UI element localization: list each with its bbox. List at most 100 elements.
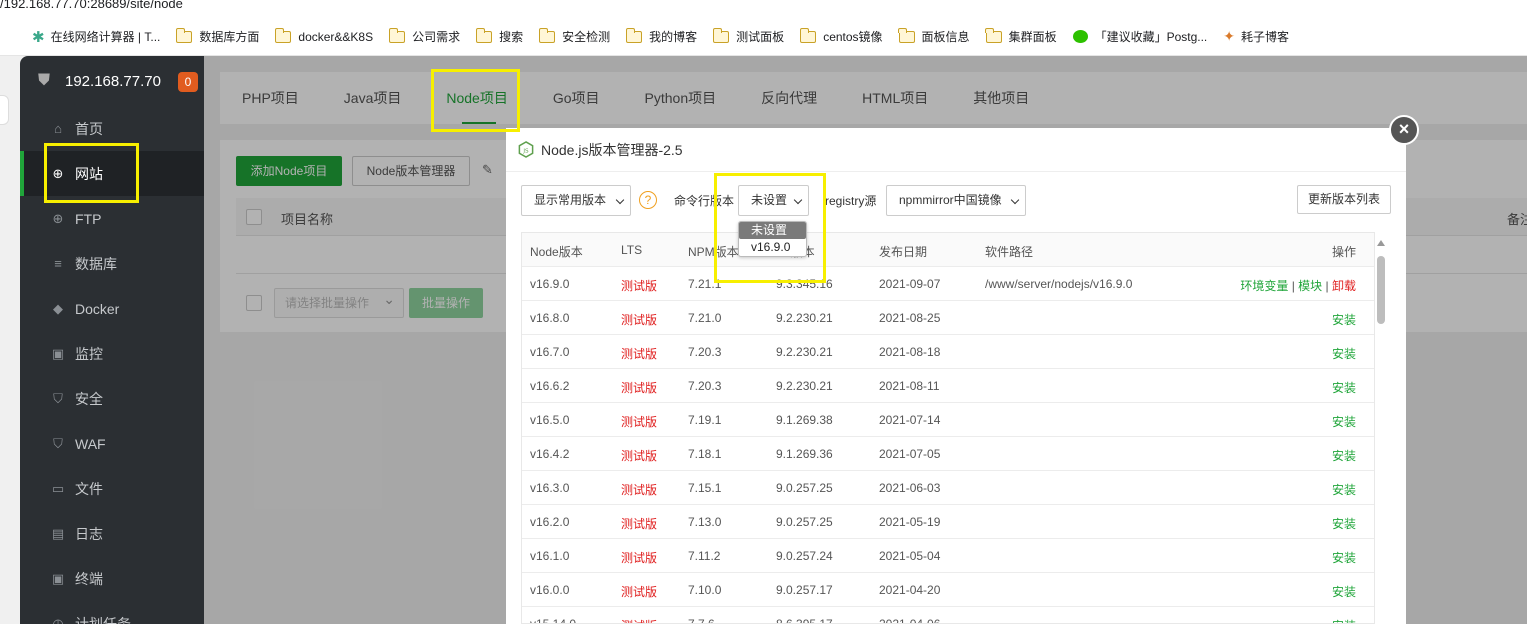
sidebar-item[interactable]: ≡ 数据库 <box>20 241 204 286</box>
close-dialog-button[interactable]: × <box>1389 115 1419 145</box>
bookmark-item[interactable]: 集群面板 <box>985 27 1057 45</box>
install-link[interactable]: 安装 <box>1332 585 1356 599</box>
sidebar-item[interactable]: ▤ 日志 <box>20 511 204 556</box>
path-cell: /www/server/nodejs/v16.9.0 <box>985 277 1133 291</box>
install-link[interactable]: 安装 <box>1332 517 1356 531</box>
install-link[interactable]: 安装 <box>1332 347 1356 361</box>
sidebar-item[interactable]: ▣ 终端 <box>20 556 204 601</box>
install-link[interactable]: 安装 <box>1332 313 1356 327</box>
lts-cell: 测试版 <box>621 381 658 395</box>
row-actions: 安装 <box>1332 481 1356 498</box>
bookmark-item[interactable]: 安全检测 <box>538 27 610 45</box>
notification-badge[interactable]: 0 <box>178 72 198 92</box>
install-link[interactable]: 安装 <box>1332 381 1356 395</box>
highlight-node-tab <box>431 69 520 132</box>
modules-link[interactable]: 模块 <box>1298 279 1322 293</box>
col-lts: LTS <box>621 243 643 257</box>
install-link[interactable]: 安装 <box>1332 449 1356 463</box>
date-cell: 2021-07-14 <box>879 413 941 427</box>
npm-cell: 7.19.1 <box>688 413 722 427</box>
bookmark-item[interactable]: ✦ 耗子博客 <box>1223 28 1289 45</box>
address-bar[interactable]: /192.168.77.70:28689/site/node <box>0 0 1527 18</box>
bookmark-item[interactable]: 公司需求 <box>388 27 461 45</box>
sidebar-item-label: 文件 <box>75 480 103 497</box>
bookmark-item[interactable]: ✱ 在线网络计算器 | T... <box>32 28 160 46</box>
globe-icon: ⊕ <box>52 210 64 226</box>
folder-icon <box>274 27 292 43</box>
v8-cell: 9.0.257.24 <box>776 549 833 563</box>
version-row: v16.2.0 测试版 7.13.0 9.0.257.25 2021-05-19 安装 <box>522 505 1374 539</box>
sidebar-item[interactable]: ◆ Docker <box>20 286 204 331</box>
bookmark-item[interactable]: 数据库方面 <box>175 27 260 45</box>
version-cell: v16.6.2 <box>530 379 570 393</box>
bookmark-item[interactable]: centos镜像 <box>799 27 883 45</box>
sidebar-header: ⛊ 192.168.77.70 <box>20 56 204 106</box>
date-cell: 2021-08-18 <box>879 345 941 359</box>
version-row: v15.14.0 测试版 7.7.6 8.6.395.17 2021-04-06 安装 <box>522 607 1374 624</box>
lts-cell: 测试版 <box>621 279 658 293</box>
bookmark-label: 数据库方面 <box>199 30 260 44</box>
scroll-up-icon[interactable] <box>1377 240 1385 246</box>
env-vars-link[interactable]: 环境变量 <box>1240 279 1288 293</box>
install-link[interactable]: 安装 <box>1332 551 1356 565</box>
sidebar-item[interactable]: ◷ 计划任务 <box>20 601 204 624</box>
sidebar-item[interactable]: ⛉ WAF <box>20 421 204 466</box>
bookmark-item[interactable]: docker&&K8S <box>274 27 374 44</box>
version-cell: v16.5.0 <box>530 413 570 427</box>
v8-cell: 8.6.395.17 <box>776 617 833 624</box>
bookmark-label: 我的博客 <box>649 30 698 44</box>
lts-cell: 测试版 <box>621 517 658 531</box>
sidebar-item-label: 数据库 <box>75 255 117 272</box>
help-icon[interactable]: ? <box>639 191 657 209</box>
folder-icon <box>799 27 817 43</box>
collapse-handle[interactable] <box>0 95 9 125</box>
scroll-thumb[interactable] <box>1377 256 1385 324</box>
bookmark-label: 集群面板 <box>1008 30 1057 44</box>
bookmark-label: 在线网络计算器 | T... <box>50 30 161 44</box>
cli-version-option[interactable]: v16.9.0 <box>739 239 806 256</box>
bookmark-item[interactable]: 「建议收藏」Postg... <box>1072 28 1207 45</box>
node-version-table: Node版本 LTS NPM版本 V8版本 发布日期 软件路径 操作 v16.9… <box>521 232 1375 624</box>
monitor-icon: ▣ <box>51 345 65 361</box>
bookmark-item[interactable]: 测试面板 <box>712 27 784 45</box>
bookmark-item[interactable]: 我的博客 <box>625 27 698 45</box>
install-link[interactable]: 安装 <box>1332 415 1356 429</box>
version-cell: v16.9.0 <box>530 277 570 291</box>
col-actions: 操作 <box>1331 245 1356 259</box>
bookmark-item[interactable]: 搜索 <box>475 27 523 45</box>
version-row: v16.9.0 测试版 7.21.1 9.3.345.16 2021-09-07/www… <box>522 267 1374 301</box>
refresh-version-list-button[interactable]: 更新版本列表 <box>1297 185 1391 214</box>
lts-cell: 测试版 <box>621 313 658 327</box>
row-actions: 安装 <box>1332 311 1356 328</box>
log-icon: ▤ <box>51 525 65 541</box>
sidebar-item[interactable]: ⛉ 安全 <box>20 376 204 421</box>
version-cell: v16.2.0 <box>530 515 570 529</box>
svg-text:JS: JS <box>522 148 529 154</box>
version-controls: 显示常用版本 ? 命令行版本 未设置 registry源 npmmirror中国… <box>521 185 1391 217</box>
version-row: v16.5.0 测试版 7.19.1 9.1.269.38 2021-07-14 安装 <box>522 403 1374 437</box>
bookmark-label: docker&&K8S <box>298 29 374 44</box>
uninstall-link[interactable]: 卸载 <box>1332 279 1356 293</box>
sidebar-item[interactable]: ▣ 监控 <box>20 331 204 376</box>
sidebar-item-label: 计划任务 <box>75 615 131 624</box>
shield-icon: ⛉ <box>53 390 63 406</box>
row-actions: 安装 <box>1332 583 1356 600</box>
version-cell: v16.7.0 <box>530 345 570 359</box>
wechat-icon <box>1072 30 1088 43</box>
version-filter-select[interactable]: 显示常用版本 <box>521 185 631 216</box>
lts-cell: 测试版 <box>621 415 658 429</box>
install-link[interactable]: 安装 <box>1332 619 1356 623</box>
cli-version-dropdown: 未设置 v16.9.0 <box>738 221 807 257</box>
registry-select[interactable]: npmmirror中国镜像 <box>886 185 1026 216</box>
row-actions: 安装 <box>1332 617 1356 623</box>
url-text: /192.168.77.70:28689/site/node <box>0 0 183 11</box>
folder-icon <box>388 27 406 43</box>
cli-version-option[interactable]: 未设置 <box>739 222 806 239</box>
col-install-path: 软件路径 <box>985 245 1034 259</box>
sidebar-item[interactable]: ▭ 文件 <box>20 466 204 511</box>
table-scrollbar[interactable] <box>1377 236 1385 624</box>
bookmark-item[interactable]: 面板信息 <box>898 27 970 45</box>
install-link[interactable]: 安装 <box>1332 483 1356 497</box>
bookmark-label: 公司需求 <box>412 30 461 44</box>
version-cell: v16.3.0 <box>530 481 570 495</box>
